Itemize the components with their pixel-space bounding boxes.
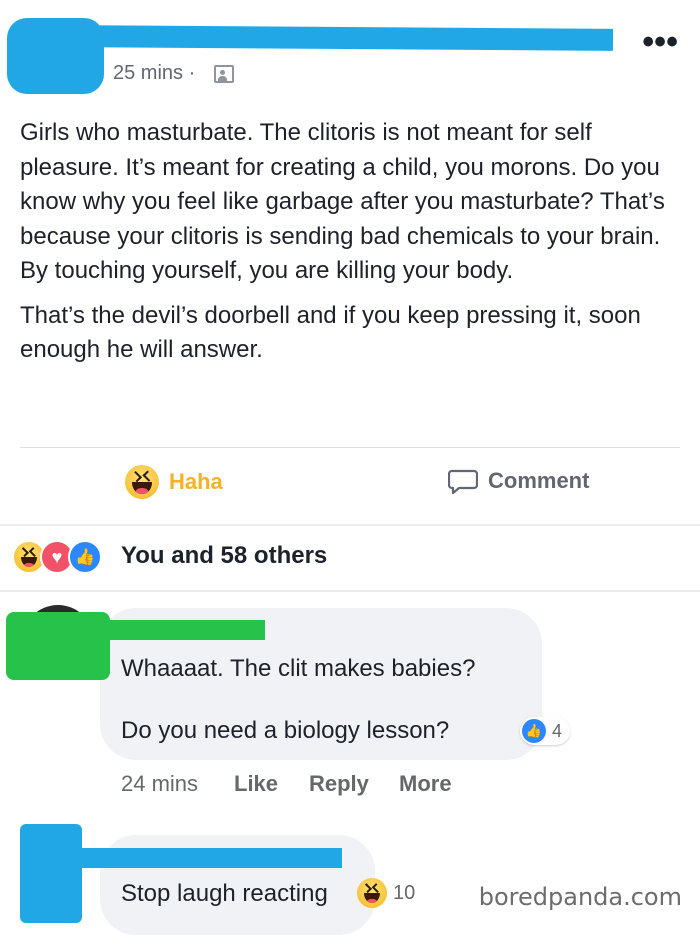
like-icon: 👍 <box>522 719 546 743</box>
comment-like-link[interactable]: Like <box>234 771 278 797</box>
comment-label: Comment <box>488 468 590 493</box>
haha-label: Haha <box>169 469 223 494</box>
watermark: boredpanda.com <box>478 883 682 911</box>
redacted-reply-name <box>60 848 342 868</box>
reactions-summary[interactable]: You and 58 others <box>121 542 327 570</box>
post-paragraph-1: Girls who masturbate. The clitoris is no… <box>20 119 665 284</box>
post-text: Girls who masturbate. The clitoris is no… <box>20 116 685 378</box>
more-options-icon[interactable]: ••• <box>642 25 678 59</box>
redacted-commenter-name <box>40 620 265 640</box>
haha-reaction-button[interactable]: Haha <box>125 465 223 499</box>
comment-icon <box>448 469 478 494</box>
comment-like-count[interactable]: 👍 4 <box>520 717 571 745</box>
like-icon: 👍 <box>68 540 102 574</box>
haha-icon <box>125 465 159 499</box>
post-paragraph-2: That’s the devil’s doorbell and if you k… <box>20 301 641 364</box>
comment-button[interactable]: Comment <box>448 468 589 494</box>
reply-text: Stop laugh reacting <box>121 880 328 907</box>
redacted-reply-avatar <box>20 824 82 923</box>
post-timestamp: 25 mins · <box>113 62 196 84</box>
comment-line-1: Whaaaat. The clit makes babies? <box>121 655 476 682</box>
comment-reply-link[interactable]: Reply <box>309 771 369 797</box>
reactions-divider <box>0 590 700 592</box>
like-count-value: 4 <box>552 720 563 741</box>
haha-icon <box>357 878 387 908</box>
reply-haha-count[interactable]: 10 <box>357 878 415 908</box>
comment-more-link[interactable]: More <box>399 771 452 797</box>
redacted-author-name <box>69 25 614 51</box>
actions-divider <box>0 524 700 526</box>
reaction-icons[interactable]: ♥ 👍 <box>12 540 102 574</box>
haha-count-value: 10 <box>393 881 416 904</box>
comment-line-2: Do you need a biology lesson? <box>121 717 450 744</box>
friends-icon <box>214 65 234 83</box>
comment-time: 24 mins <box>121 771 199 796</box>
post-divider <box>20 447 680 448</box>
